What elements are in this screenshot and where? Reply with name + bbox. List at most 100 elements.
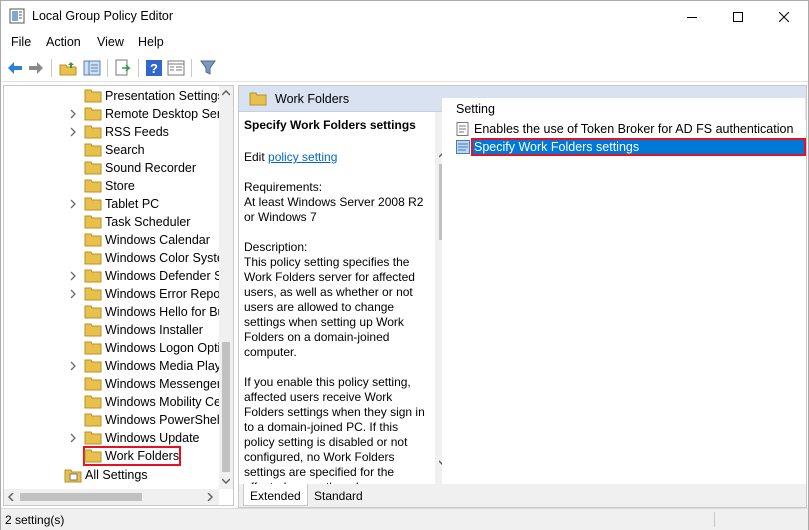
policy-setting-icon [456,122,469,136]
tree-item-label: Windows Installer [105,323,203,337]
toolbar-separator [138,59,139,77]
folder-icon [84,413,102,427]
tree-item-label: RSS Feeds [105,125,169,139]
close-button[interactable] [761,1,807,32]
tree-vertical-scrollbar[interactable] [219,86,233,489]
details-pane: Work Folders Specify Work Folders settin… [238,85,807,508]
tree-item-label: Search [105,143,145,157]
folder-icon [84,359,102,373]
details-header-title: Work Folders [275,92,350,106]
tree-item[interactable]: Work Folders [4,446,233,466]
chevron-right-icon[interactable] [68,127,78,137]
chevron-right-icon[interactable] [68,433,78,443]
up-folder-icon[interactable] [59,59,77,77]
scroll-down-arrow-icon[interactable] [222,478,230,484]
chevron-right-icon[interactable] [68,271,78,281]
folder-icon [84,251,102,265]
toolbar-separator [107,59,108,77]
menu-action[interactable]: Action [46,35,81,49]
tree-item[interactable]: Windows PowerShell [4,411,233,429]
description-more-text: If you enable this policy setting, affec… [244,375,425,494]
chevron-right-icon[interactable] [68,361,78,371]
tree-item[interactable]: Windows Hello for Bu [4,303,233,321]
folder-icon [84,269,102,283]
folder-icon [84,179,102,193]
tree-item[interactable]: Windows Logon Opti [4,339,233,357]
tree-item[interactable]: Remote Desktop Serv [4,105,233,123]
tree-item[interactable]: Task Scheduler [4,213,233,231]
edit-policy-line: Edit policy setting [244,150,426,165]
tab-label: Standard [314,489,363,503]
tree-item[interactable]: Store [4,177,233,195]
export-list-icon[interactable] [114,59,132,77]
column-header-setting[interactable]: Setting [442,98,806,120]
settings-list[interactable]: Setting Enables the use of Token Broker … [442,98,806,484]
help-icon[interactable]: ? [145,59,163,77]
tab-standard[interactable]: Standard [308,484,369,506]
tree-item-label: Remote Desktop Serv [105,107,228,121]
tree-item[interactable]: Windows Media Play [4,357,233,375]
tree-scroll-thumb[interactable] [222,342,230,472]
tree-item[interactable]: Windows Calendar [4,231,233,249]
tree-item[interactable]: Windows Messenger [4,375,233,393]
folder-icon [84,431,102,445]
edit-policy-setting-link[interactable]: policy setting [268,150,337,164]
tree-horizontal-scrollbar[interactable] [4,489,219,505]
back-arrow-icon[interactable] [6,59,24,77]
close-icon [779,11,789,22]
tree-item-label: Windows Update [105,431,200,445]
chevron-right-icon[interactable] [68,109,78,119]
chevron-right-icon[interactable] [68,199,78,209]
tree-item[interactable]: RSS Feeds [4,123,233,141]
setting-row-selected[interactable]: Specify Work Folders settings [471,138,806,156]
scroll-right-arrow-icon[interactable] [207,493,213,501]
tree-item[interactable]: Presentation Settings [4,87,233,105]
forward-arrow-icon[interactable] [27,59,45,77]
tab-extended[interactable]: Extended [243,484,308,506]
maximize-icon [733,11,743,22]
group-policy-app-icon [9,8,25,24]
window-title: Local Group Policy Editor [32,9,174,23]
tree-item-label: Windows Error Repor [105,287,225,301]
menu-file[interactable]: File [11,35,31,49]
tree-item[interactable]: Windows Defender Sr [4,267,233,285]
tree-item[interactable]: Windows Color Syste [4,249,233,267]
minimize-button[interactable] [669,1,715,32]
tree-item[interactable]: Windows Update [4,429,233,447]
chevron-right-icon[interactable] [68,289,78,299]
tree-item-label: Windows Media Play [105,359,222,373]
folder-icon [249,92,267,106]
tree-item[interactable]: Tablet PC [4,195,233,213]
status-text: 2 setting(s) [5,513,65,527]
tree-item-all-settings[interactable]: All Settings [4,466,233,484]
properties-icon[interactable] [167,59,185,77]
tree-item-label: Windows Messenger [105,377,222,391]
tree-item-label: Windows Color Syste [105,251,224,265]
tree-item[interactable]: Windows Mobility Ce [4,393,233,411]
tree-item-label: Windows PowerShell [105,413,223,427]
tree-item[interactable]: Sound Recorder [4,159,233,177]
minimize-icon [687,16,697,18]
menu-view[interactable]: View [97,35,124,49]
tree-item[interactable]: Search [4,141,233,159]
folder-icon [84,323,102,337]
policy-setting-icon [456,140,470,154]
tree-item-label: Task Scheduler [105,215,191,229]
folder-icon [84,377,102,391]
folder-icon [84,161,102,175]
show-hide-tree-icon[interactable] [83,59,101,77]
status-divider [714,512,715,527]
tree-item[interactable]: Windows Error Repor [4,285,233,303]
tree-hscroll-thumb[interactable] [20,493,142,501]
tree-item-label: Sound Recorder [105,161,197,175]
setting-row-label: Enables the use of Token Broker for AD F… [474,122,794,136]
policy-tree[interactable]: Presentation Settings Remote Desktop Serv… [3,85,234,506]
maximize-button[interactable] [715,1,761,32]
tree-item[interactable]: Windows Installer [4,321,233,339]
scroll-up-arrow-icon[interactable] [222,90,230,96]
scroll-left-arrow-icon[interactable] [8,493,14,501]
description-text: Description: This policy setting specifi… [244,240,415,359]
menu-help[interactable]: Help [138,35,164,49]
setting-row[interactable]: Enables the use of Token Broker for AD F… [442,120,806,138]
filter-icon[interactable] [199,59,217,77]
